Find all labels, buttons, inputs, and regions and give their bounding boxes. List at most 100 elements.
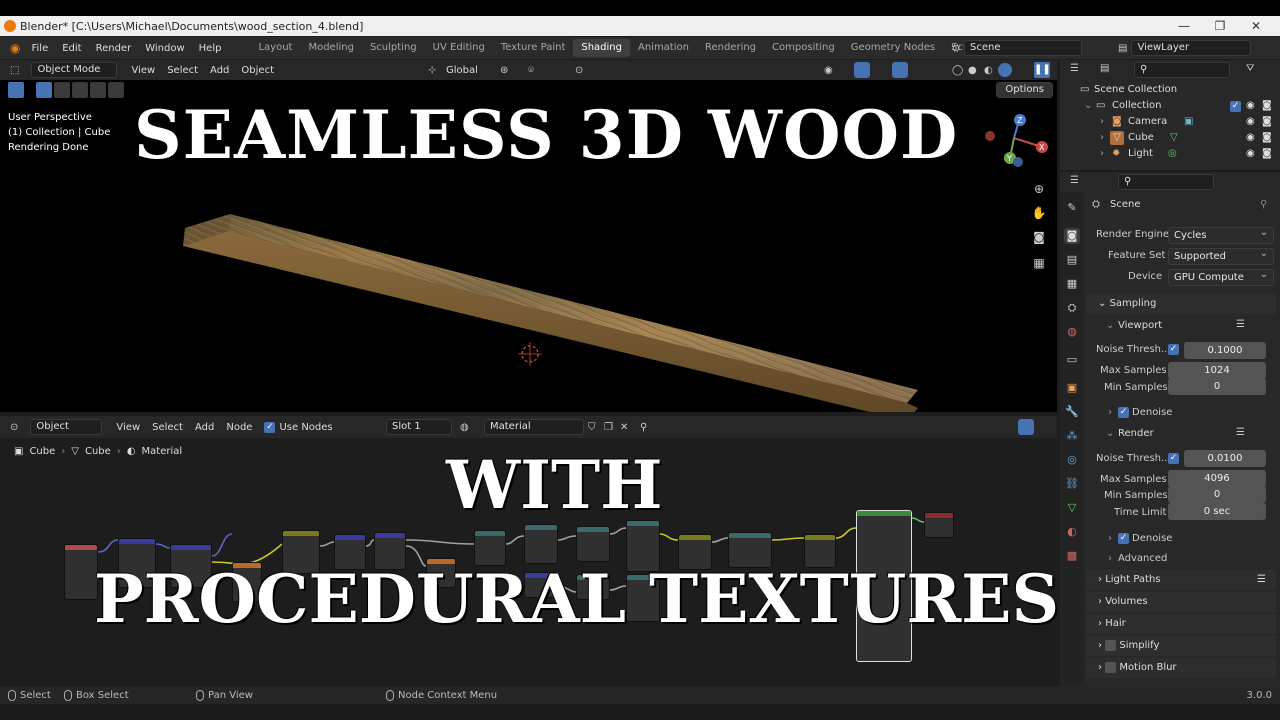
chevron-right-icon[interactable]: ›: [1108, 407, 1112, 418]
menu-edit[interactable]: Edit: [55, 43, 88, 54]
viewport-menu-select[interactable]: Select: [161, 65, 204, 76]
workspace-tab-uv-editing[interactable]: UV Editing: [425, 39, 493, 57]
view-layer-tab-icon[interactable]: ▦: [1064, 276, 1080, 292]
pause-render-icon[interactable]: ❚❚: [1034, 62, 1051, 78]
render-subpanel-header[interactable]: Render: [1118, 428, 1154, 439]
rendered-shading-icon[interactable]: [998, 63, 1012, 77]
editor-type-icon[interactable]: ⬚: [6, 65, 23, 76]
modifier-tab-icon[interactable]: 🔧: [1064, 404, 1080, 420]
maximize-button[interactable]: ❐: [1200, 16, 1240, 36]
minimize-button[interactable]: —: [1164, 16, 1204, 36]
blender-menu-icon[interactable]: ◉: [6, 41, 24, 55]
motion-blur-panel-header[interactable]: › Motion Blur: [1086, 658, 1276, 678]
physics-tab-icon[interactable]: ◎: [1064, 452, 1080, 468]
device-select[interactable]: GPU Compute: [1168, 267, 1274, 286]
properties-search-input[interactable]: ⚲: [1118, 174, 1214, 190]
menu-render[interactable]: Render: [89, 43, 139, 54]
workspace-tab-texture-paint[interactable]: Texture Paint: [493, 39, 574, 57]
viewport-min-samples-field[interactable]: 0: [1168, 378, 1266, 395]
texture-tab-icon[interactable]: ▩: [1064, 548, 1080, 564]
render-noise-field[interactable]: 0.0100: [1184, 450, 1266, 467]
properties-editor[interactable]: ☰ ⚲ ✎ ◙ ▤ ▦ ⛭ ◍ ▭ ▣ 🔧 ⁂ ◎ ⛓ ▽ ◐ ▩ ⛭ Scen…: [1060, 172, 1280, 686]
light-paths-panel-header[interactable]: › Light Paths ☰: [1086, 570, 1276, 590]
motion-blur-checkbox[interactable]: [1105, 661, 1117, 673]
visibility-icon[interactable]: ◉: [824, 65, 833, 76]
list-icon[interactable]: ☰: [1236, 427, 1245, 438]
render-tab-icon[interactable]: ◙: [1064, 228, 1080, 244]
constraints-tab-icon[interactable]: ⛓: [1064, 476, 1080, 492]
list-icon[interactable]: ☰: [1236, 319, 1245, 330]
feature-set-select[interactable]: Supported: [1168, 246, 1274, 265]
workspace-tab-layout[interactable]: Layout: [250, 39, 300, 57]
volumes-panel-header[interactable]: › Volumes: [1086, 592, 1276, 612]
collection-exclude-checkbox[interactable]: ✓: [1230, 101, 1241, 112]
viewport-menu-view[interactable]: View: [125, 65, 161, 76]
object-tab-icon[interactable]: ▣: [1064, 380, 1080, 396]
close-button[interactable]: ✕: [1236, 16, 1276, 36]
chevron-right-icon[interactable]: ›: [1100, 116, 1104, 127]
gizmo-toggle-icon[interactable]: [854, 62, 870, 78]
outliner-light[interactable]: Light: [1128, 148, 1153, 159]
eye-icon[interactable]: ◉: [1246, 116, 1255, 127]
workspace-tab-sculpting[interactable]: Sculpting: [362, 39, 425, 57]
workspace-tab-compositing[interactable]: Compositing: [764, 39, 843, 57]
viewport-noise-field[interactable]: 0.1000: [1184, 342, 1266, 359]
outliner-cube[interactable]: Cube: [1128, 132, 1154, 143]
camera-render-icon[interactable]: ◙: [1262, 132, 1272, 143]
pin-icon[interactable]: ⚲: [1260, 199, 1267, 210]
eye-icon[interactable]: ◉: [1246, 132, 1255, 143]
render-max-samples-field[interactable]: 4096: [1168, 470, 1266, 487]
render-min-samples-field[interactable]: 0: [1168, 486, 1266, 503]
properties-type-icon[interactable]: ☰: [1070, 175, 1079, 186]
chevron-down-icon[interactable]: ⌄: [1084, 100, 1092, 111]
math-multiply-node-2[interactable]: [524, 524, 558, 564]
perspective-toggle-icon[interactable]: ▦: [1030, 254, 1048, 272]
scene-selector[interactable]: Scene: [964, 40, 1082, 56]
scene-tab-icon[interactable]: ⛭: [1064, 300, 1080, 316]
simplify-panel-header[interactable]: › Simplify: [1086, 636, 1276, 656]
outliner-search-input[interactable]: ⚲: [1134, 62, 1230, 78]
outliner[interactable]: ☰ ▤ ⚲ ⛛ ▭ Scene Collection ⌄ ▭ Collectio…: [1060, 60, 1280, 170]
viewport-menu-object[interactable]: Object: [235, 65, 280, 76]
viewport-denoise-checkbox[interactable]: ✓: [1118, 407, 1129, 418]
world-tab-icon[interactable]: ◍: [1064, 324, 1080, 340]
camera-view-icon[interactable]: ◙: [1030, 228, 1048, 246]
viewport-menu-add[interactable]: Add: [204, 65, 235, 76]
filter-icon[interactable]: ⛛: [1246, 63, 1254, 74]
zoom-icon[interactable]: ⊕: [1030, 180, 1048, 198]
render-denoise-checkbox[interactable]: ✓: [1118, 533, 1129, 544]
sampling-panel-header[interactable]: ⌄ Sampling: [1086, 294, 1276, 314]
time-limit-field[interactable]: 0 sec: [1168, 503, 1266, 520]
overlay-toggle-icon[interactable]: [892, 62, 908, 78]
chevron-right-icon[interactable]: ›: [1100, 148, 1104, 159]
workspace-tab-rendering[interactable]: Rendering: [697, 39, 764, 57]
sine-node[interactable]: [576, 526, 610, 562]
camera-render-icon[interactable]: ◙: [1262, 116, 1272, 127]
tool-tab-icon[interactable]: ✎: [1064, 200, 1080, 216]
chevron-right-icon[interactable]: ›: [1108, 553, 1112, 564]
proportional-edit-icon[interactable]: ⊙: [575, 65, 583, 76]
workspace-tab-geometry-nodes[interactable]: Geometry Nodes: [843, 39, 943, 57]
advanced-subpanel-header[interactable]: Advanced: [1118, 553, 1167, 564]
viewport-noise-checkbox[interactable]: ✓: [1168, 344, 1179, 355]
solid-shading-icon[interactable]: ●: [968, 65, 977, 76]
outliner-collection[interactable]: Collection: [1112, 100, 1161, 111]
particles-tab-icon[interactable]: ⁂: [1064, 428, 1080, 444]
collection-tab-icon[interactable]: ▭: [1064, 352, 1080, 368]
object-mode-select[interactable]: Object Mode: [31, 62, 118, 78]
material-output-node[interactable]: [924, 512, 954, 538]
viewport-max-samples-field[interactable]: 1024: [1168, 362, 1266, 379]
workspace-tab-modeling[interactable]: Modeling: [300, 39, 362, 57]
render-engine-select[interactable]: Cycles: [1168, 225, 1274, 244]
menu-help[interactable]: Help: [192, 43, 229, 54]
gizmo-neg-z-icon[interactable]: [1013, 157, 1023, 167]
material-tab-icon[interactable]: ◐: [1064, 524, 1080, 540]
wireframe-shading-icon[interactable]: ◯: [952, 65, 963, 76]
data-tab-icon[interactable]: ▽: [1064, 500, 1080, 516]
outliner-camera[interactable]: Camera: [1128, 116, 1167, 127]
camera-render-icon[interactable]: ◙: [1262, 100, 1272, 111]
chevron-down-icon[interactable]: ⌄: [1106, 428, 1114, 439]
eye-icon[interactable]: ◉: [1246, 148, 1255, 159]
transform-orientation-select[interactable]: Global: [440, 65, 484, 76]
navigation-gizmo[interactable]: X Z Y: [980, 114, 1050, 174]
